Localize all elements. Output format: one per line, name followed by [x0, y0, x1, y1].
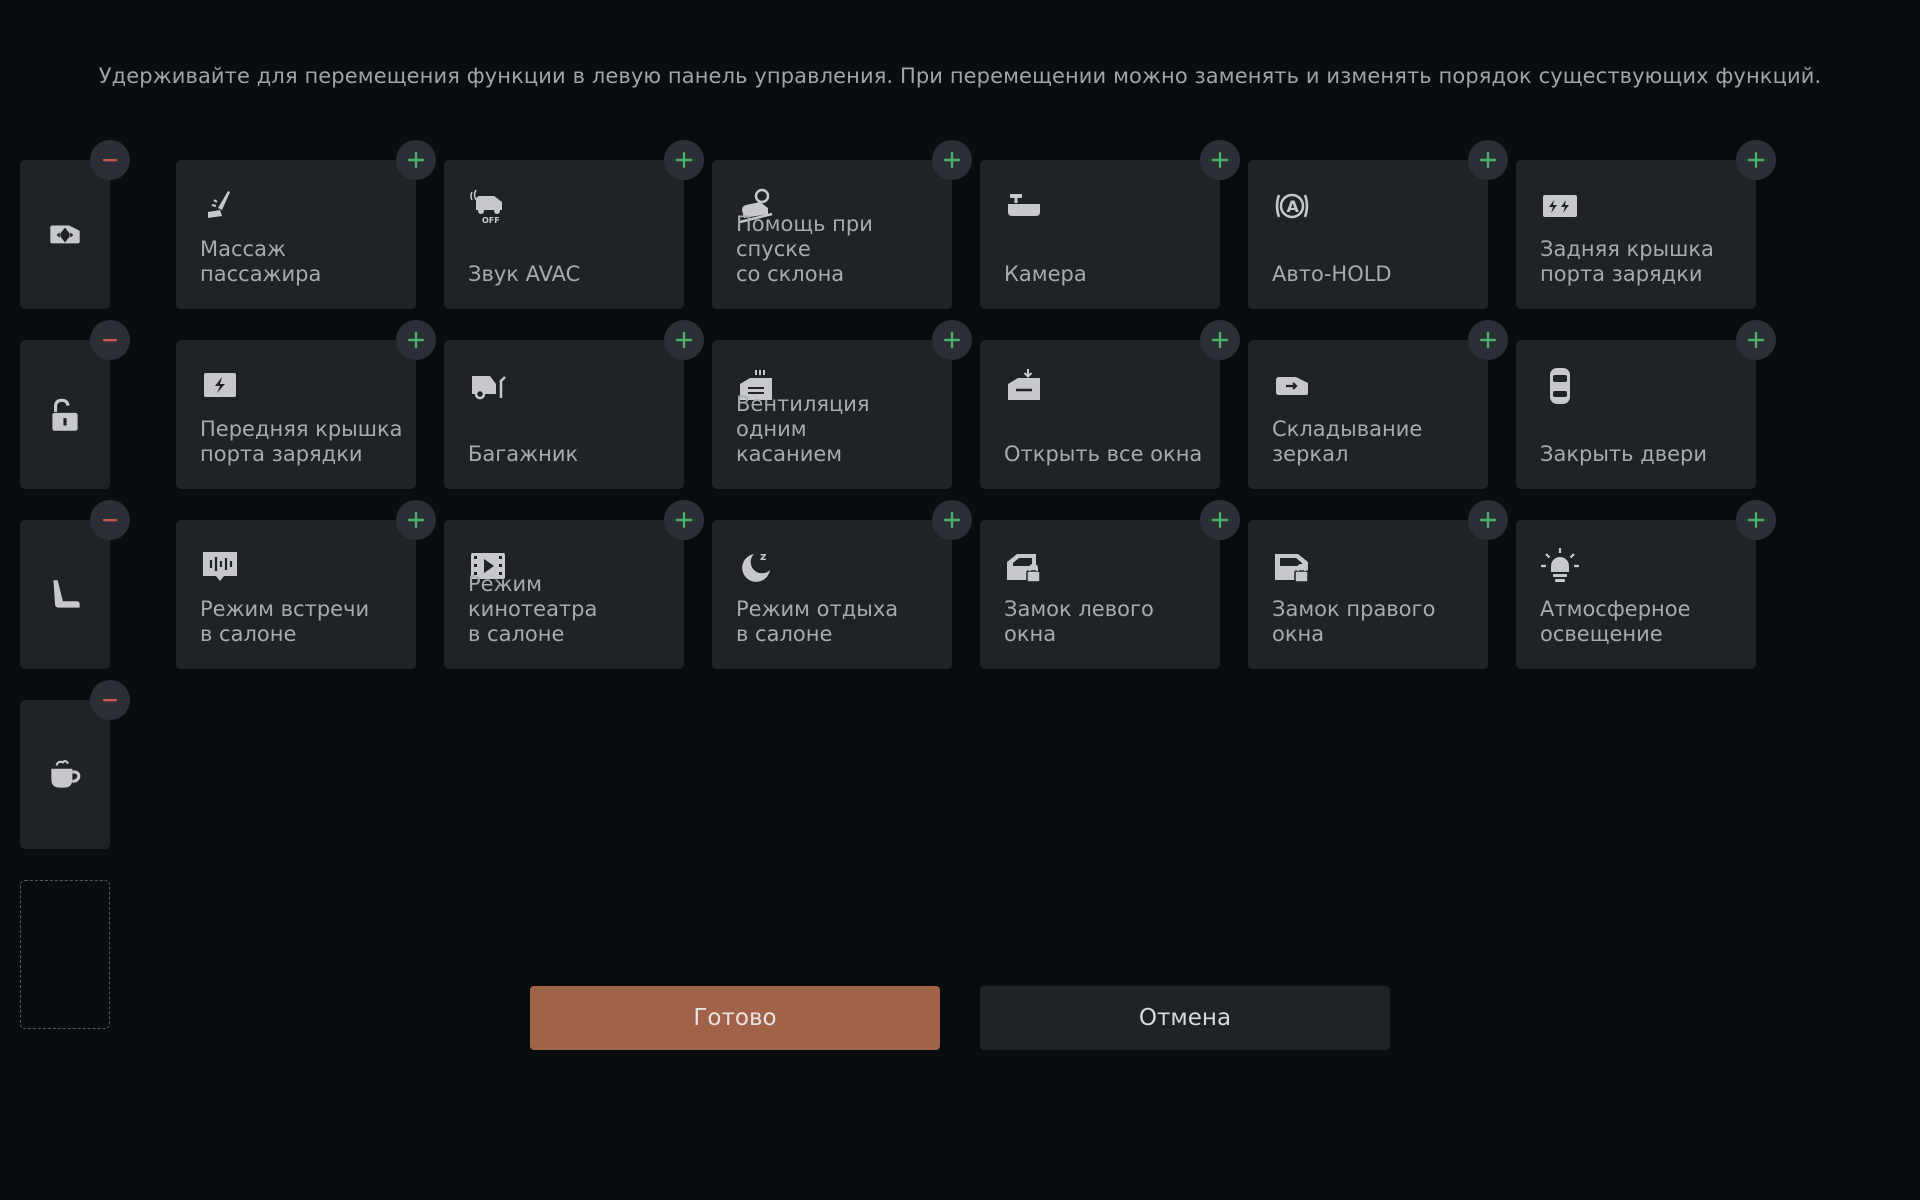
meeting-mode-icon	[200, 546, 240, 586]
quick-slot-empty[interactable]	[20, 880, 110, 1029]
mirror-fold-icon	[1272, 366, 1312, 406]
function-tile-passenger-massage[interactable]: Массаж пассажира	[176, 140, 436, 309]
function-label: Режим отдыха в салоне	[736, 597, 899, 646]
function-label: Складывание зеркал	[1272, 417, 1423, 466]
add-button[interactable]	[1468, 320, 1508, 360]
function-tile-lock-doors[interactable]: Закрыть двери	[1516, 320, 1776, 489]
add-button[interactable]	[396, 320, 436, 360]
function-tile-hill-descent[interactable]: Помощь при спуске со склона	[712, 140, 972, 309]
mirror-adjust-icon	[44, 214, 86, 256]
unlock-icon	[44, 394, 86, 436]
quick-slot-coffee[interactable]	[20, 680, 130, 849]
front-charge-port-icon	[200, 366, 240, 406]
cancel-button[interactable]: Отмена	[980, 986, 1390, 1050]
function-label: Замок правого окна	[1272, 597, 1436, 646]
remove-button[interactable]	[90, 140, 130, 180]
add-button[interactable]	[1200, 320, 1240, 360]
add-button[interactable]	[1200, 500, 1240, 540]
add-button[interactable]	[932, 320, 972, 360]
function-tile-ambient-light[interactable]: Атмосферное освещение	[1516, 500, 1776, 669]
function-tile-one-touch-ventilation[interactable]: Вентиляция одним касанием	[712, 320, 972, 489]
add-button[interactable]	[932, 140, 972, 180]
function-tile-rear-charge-port[interactable]: Задняя крышка порта зарядки	[1516, 140, 1776, 309]
add-button[interactable]	[1200, 140, 1240, 180]
rear-charge-port-icon	[1540, 186, 1580, 226]
remove-button[interactable]	[90, 500, 130, 540]
function-tile-right-window-lock[interactable]: Замок правого окна	[1248, 500, 1508, 669]
function-tile-meeting-mode[interactable]: Режим встречи в салоне	[176, 500, 436, 669]
function-tile-front-charge-port[interactable]: Передняя крышка порта зарядки	[176, 320, 436, 489]
ambient-light-icon	[1540, 546, 1580, 586]
function-label: Багажник	[468, 442, 579, 466]
function-label: Авто-HOLD	[1272, 262, 1392, 286]
add-button[interactable]	[1736, 500, 1776, 540]
function-tile-open-all-windows[interactable]: Открыть все окна	[980, 320, 1240, 489]
add-button[interactable]	[1736, 140, 1776, 180]
function-tile-avac-sound[interactable]: OFF Звук AVAC	[444, 140, 704, 309]
svg-text:A: A	[1287, 197, 1300, 216]
function-tile-trunk[interactable]: Багажник	[444, 320, 704, 489]
function-label: Задняя крышка порта зарядки	[1540, 237, 1714, 286]
add-button[interactable]	[664, 140, 704, 180]
quick-slot-seat[interactable]	[20, 500, 130, 669]
seat-icon	[44, 574, 86, 616]
auto-hold-icon: A	[1272, 186, 1312, 226]
trunk-icon	[468, 366, 508, 406]
function-label: Массаж пассажира	[200, 237, 322, 286]
quick-slot-unlock[interactable]	[20, 320, 130, 489]
quick-slot-mirror-adjust[interactable]	[20, 140, 130, 309]
function-tile-mirror-fold[interactable]: Складывание зеркал	[1248, 320, 1508, 489]
add-button[interactable]	[396, 500, 436, 540]
svg-text:z: z	[760, 550, 766, 563]
function-tile-left-window-lock[interactable]: Замок левого окна	[980, 500, 1240, 669]
function-label: Замок левого окна	[1004, 597, 1154, 646]
svg-text:OFF: OFF	[482, 216, 500, 225]
function-tile-auto-hold[interactable]: A Авто-HOLD	[1248, 140, 1508, 309]
remove-button[interactable]	[90, 680, 130, 720]
done-button[interactable]: Готово	[530, 986, 940, 1050]
coffee-cup-icon	[44, 754, 86, 796]
rest-mode-icon: z	[736, 546, 776, 586]
right-window-lock-icon	[1272, 546, 1312, 586]
add-button[interactable]	[932, 500, 972, 540]
add-button[interactable]	[664, 500, 704, 540]
function-label: Вентиляция одним касанием	[736, 392, 870, 466]
instruction-text: Удерживайте для перемещения функции в ле…	[98, 64, 1822, 88]
function-label: Открыть все окна	[1004, 442, 1203, 466]
left-window-lock-icon	[1004, 546, 1044, 586]
function-label: Помощь при спуске со склона	[736, 212, 873, 286]
lock-doors-icon	[1540, 366, 1580, 406]
function-label: Передняя крышка порта зарядки	[200, 417, 403, 466]
avac-sound-off-icon: OFF	[468, 186, 508, 226]
function-label: Атмосферное освещение	[1540, 597, 1691, 646]
function-label: Режим кинотеатра в салоне	[468, 572, 598, 646]
function-tile-cinema-mode[interactable]: Режим кинотеатра в салоне	[444, 500, 704, 669]
add-button[interactable]	[664, 320, 704, 360]
function-tile-rest-mode[interactable]: z Режим отдыха в салоне	[712, 500, 972, 669]
function-label: Закрыть двери	[1540, 442, 1708, 466]
function-tile-camera[interactable]: Камера	[980, 140, 1240, 309]
function-label: Звук AVAC	[468, 262, 581, 286]
function-label: Режим встречи в салоне	[200, 597, 370, 646]
seat-massage-icon	[200, 186, 240, 226]
camera-icon	[1004, 186, 1044, 226]
add-button[interactable]	[1736, 320, 1776, 360]
function-label: Камера	[1004, 262, 1087, 286]
add-button[interactable]	[1468, 140, 1508, 180]
open-all-windows-icon	[1004, 366, 1044, 406]
add-button[interactable]	[1468, 500, 1508, 540]
add-button[interactable]	[396, 140, 436, 180]
remove-button[interactable]	[90, 320, 130, 360]
